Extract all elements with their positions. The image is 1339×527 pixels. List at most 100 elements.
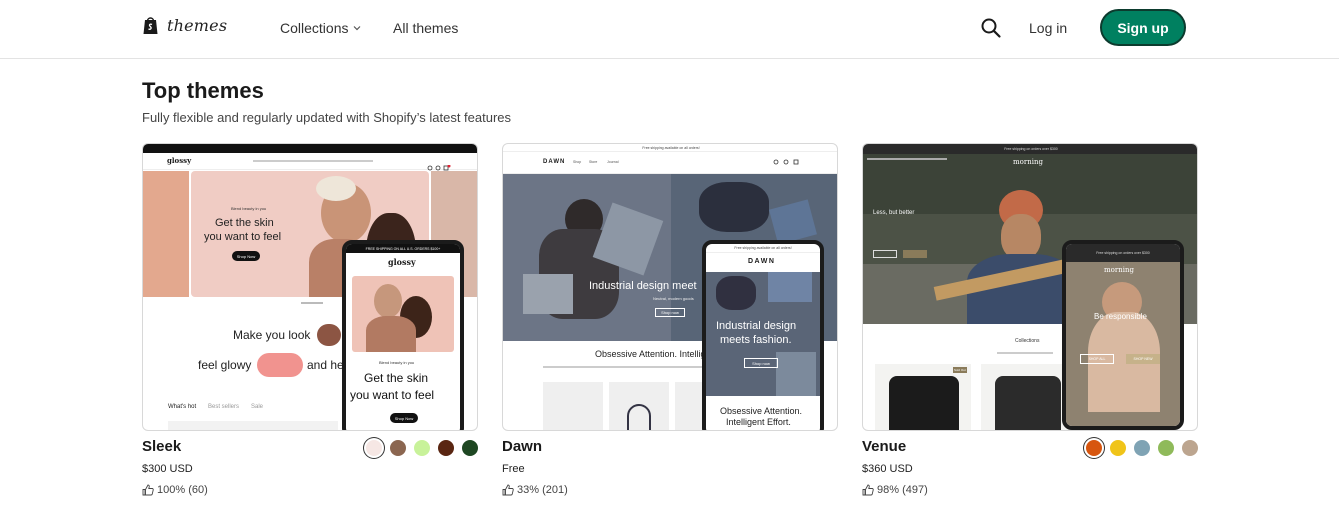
theme-card-venue-preview[interactable]: Free shipping on orders over $300 mornin…	[862, 143, 1198, 431]
preview-header: DAWN Shop Store Journal	[503, 152, 837, 174]
phone-hero-line-1: Get the skin	[364, 371, 429, 385]
swatch-venue-5[interactable]	[1182, 440, 1198, 456]
theme-card-dawn-preview[interactable]: Free shipping available on all orders! D…	[502, 143, 838, 431]
preview-phone-mockup: Free shipping on orders over $300 mornin…	[1062, 240, 1184, 430]
preview-header: glossy	[143, 153, 477, 171]
preview-product-row	[168, 421, 338, 430]
thumbs-up-icon	[142, 484, 154, 496]
signup-button[interactable]: Sign up	[1100, 9, 1186, 46]
preview-product-1	[543, 382, 603, 430]
swatch-venue-3[interactable]	[1134, 440, 1150, 456]
phone-bag	[768, 272, 812, 302]
phone-btn-shop-all: SHOP ALL	[1080, 354, 1114, 364]
phone-hero: Industrial design meets fashion. Shop no…	[706, 272, 820, 396]
phone-brand: morning	[1104, 266, 1134, 274]
preview-hero-btn-2	[903, 250, 927, 258]
phone-brand: DAWN	[748, 258, 776, 265]
theme-name-sleek[interactable]: Sleek	[142, 438, 181, 455]
preview-announcement-bar	[143, 144, 477, 153]
theme-price-sleek: $300 USD	[142, 463, 193, 475]
preview-tshirt	[995, 376, 1061, 430]
preview-model-2	[699, 182, 769, 232]
section-subtitle: Fully flexible and regularly updated wit…	[142, 110, 512, 125]
preview-header-icons	[773, 159, 799, 165]
search-button[interactable]	[980, 17, 1002, 39]
phone-brand: glossy	[388, 257, 416, 267]
rating-text-dawn: 33% (201)	[517, 484, 568, 496]
preview-inline-image-1	[317, 324, 341, 346]
preview-nav-placeholder	[867, 158, 947, 160]
rating-text-sleek: 100% (60)	[157, 484, 208, 496]
preview-carousel-dots	[301, 302, 323, 304]
preview-hero-text: Less, but better	[873, 210, 915, 216]
swatch-venue-4[interactable]	[1158, 440, 1174, 456]
preview-hero-btn-1	[873, 250, 897, 258]
preview-body-text: Obsessive Attention. Intelligi	[595, 349, 708, 359]
preview-hero-line-1: Get the skin	[215, 217, 274, 229]
preview-sweatshirt	[889, 376, 959, 430]
phone-announcement: Free shipping available on all orders!	[706, 244, 820, 253]
theme-rating-venue: 98% (497)	[862, 484, 928, 496]
swatch-venue-2[interactable]	[1110, 440, 1126, 456]
phone-announcement: FREE SHIPPING ON ALL U.S. ORDERS $100+	[346, 244, 460, 253]
theme-name-venue[interactable]: Venue	[862, 438, 906, 455]
phone-announcement: Free shipping on orders over $300	[1066, 244, 1180, 262]
phone-hero-button: Shop Now	[390, 413, 418, 423]
swatch-sleek-5[interactable]	[462, 440, 478, 456]
preview-tab-best-sellers: Best sellers	[208, 404, 240, 410]
preview-shoe	[769, 199, 817, 245]
theme-rating-sleek: 100% (60)	[142, 484, 208, 496]
preview-nav-shop: Shop	[573, 160, 582, 164]
preview-hero-left-panel	[143, 171, 189, 297]
preview-section-title: Collections	[1015, 338, 1040, 344]
nav-all-themes[interactable]: All themes	[393, 20, 458, 36]
swatch-sleek-3[interactable]	[414, 440, 430, 456]
preview-hero-button: Shop Now	[232, 251, 260, 261]
phone-body-line-2: Intelligent Effort.	[726, 417, 791, 427]
preview-product-bag	[627, 404, 651, 430]
preview-nav-placeholder	[253, 160, 373, 162]
search-icon	[981, 18, 1001, 38]
nav-all-themes-label: All themes	[393, 20, 459, 36]
nav-collections-label: Collections	[280, 20, 349, 36]
preview-phone-mockup: FREE SHIPPING ON ALL U.S. ORDERS $100+ g…	[342, 240, 464, 430]
phone-btn-shop-new: SHOP NEW	[1126, 354, 1160, 364]
phone-hero-line-2: you want to feel	[350, 388, 435, 402]
preview-tab-whats-hot: What's hot	[168, 404, 197, 410]
phone-jeans	[776, 352, 816, 396]
preview-brand: morning	[1013, 158, 1043, 166]
thumbs-up-icon	[862, 484, 874, 496]
phone-model	[716, 276, 756, 310]
swatch-venue-1[interactable]	[1086, 440, 1102, 456]
chevron-down-icon	[354, 26, 361, 31]
theme-card-sleek-preview[interactable]: glossy Blend beauty in you Get the skin …	[142, 143, 478, 431]
shopify-bag-icon	[143, 17, 158, 34]
swatch-sleek-2[interactable]	[390, 440, 406, 456]
nav-collections[interactable]: Collections	[280, 20, 361, 36]
preview-announcement-bar: Free shipping available on all orders!	[503, 144, 837, 152]
preview-jeans	[523, 274, 573, 314]
theme-name-dawn[interactable]: Dawn	[502, 438, 542, 455]
rating-text-venue: 98% (497)	[877, 484, 928, 496]
phone-hero-text: Be responsible	[1094, 312, 1147, 321]
color-swatches-venue	[1086, 440, 1198, 456]
shopify-themes-logo[interactable]: themes	[142, 15, 227, 35]
top-navigation-bar: themes Collections All themes Log in Sig…	[0, 0, 1339, 59]
phone-hero-line-2: meets fashion.	[720, 334, 792, 346]
preview-announcement-bar: Free shipping on orders over $300	[863, 144, 1197, 154]
preview-product-1: Sold Out	[875, 364, 971, 430]
swatch-sleek-1[interactable]	[366, 440, 382, 456]
preview-brand: DAWN	[543, 159, 566, 165]
phone-model-face	[374, 284, 402, 318]
preview-body-caption	[543, 366, 703, 368]
preview-inline-image-2	[257, 353, 303, 377]
phone-body-line-1: Obsessive Attention.	[720, 406, 803, 416]
login-link[interactable]: Log in	[1029, 20, 1067, 36]
phone-hero-kicker: Blend beauty in you	[379, 360, 415, 365]
preview-badge: Sold Out	[953, 367, 967, 373]
swatch-sleek-4[interactable]	[438, 440, 454, 456]
preview-brand: glossy	[167, 156, 192, 165]
theme-price-venue: $360 USD	[862, 463, 913, 475]
preview-hero-kicker: Blend beauty in you	[231, 206, 267, 211]
logo-text: themes	[167, 15, 228, 35]
